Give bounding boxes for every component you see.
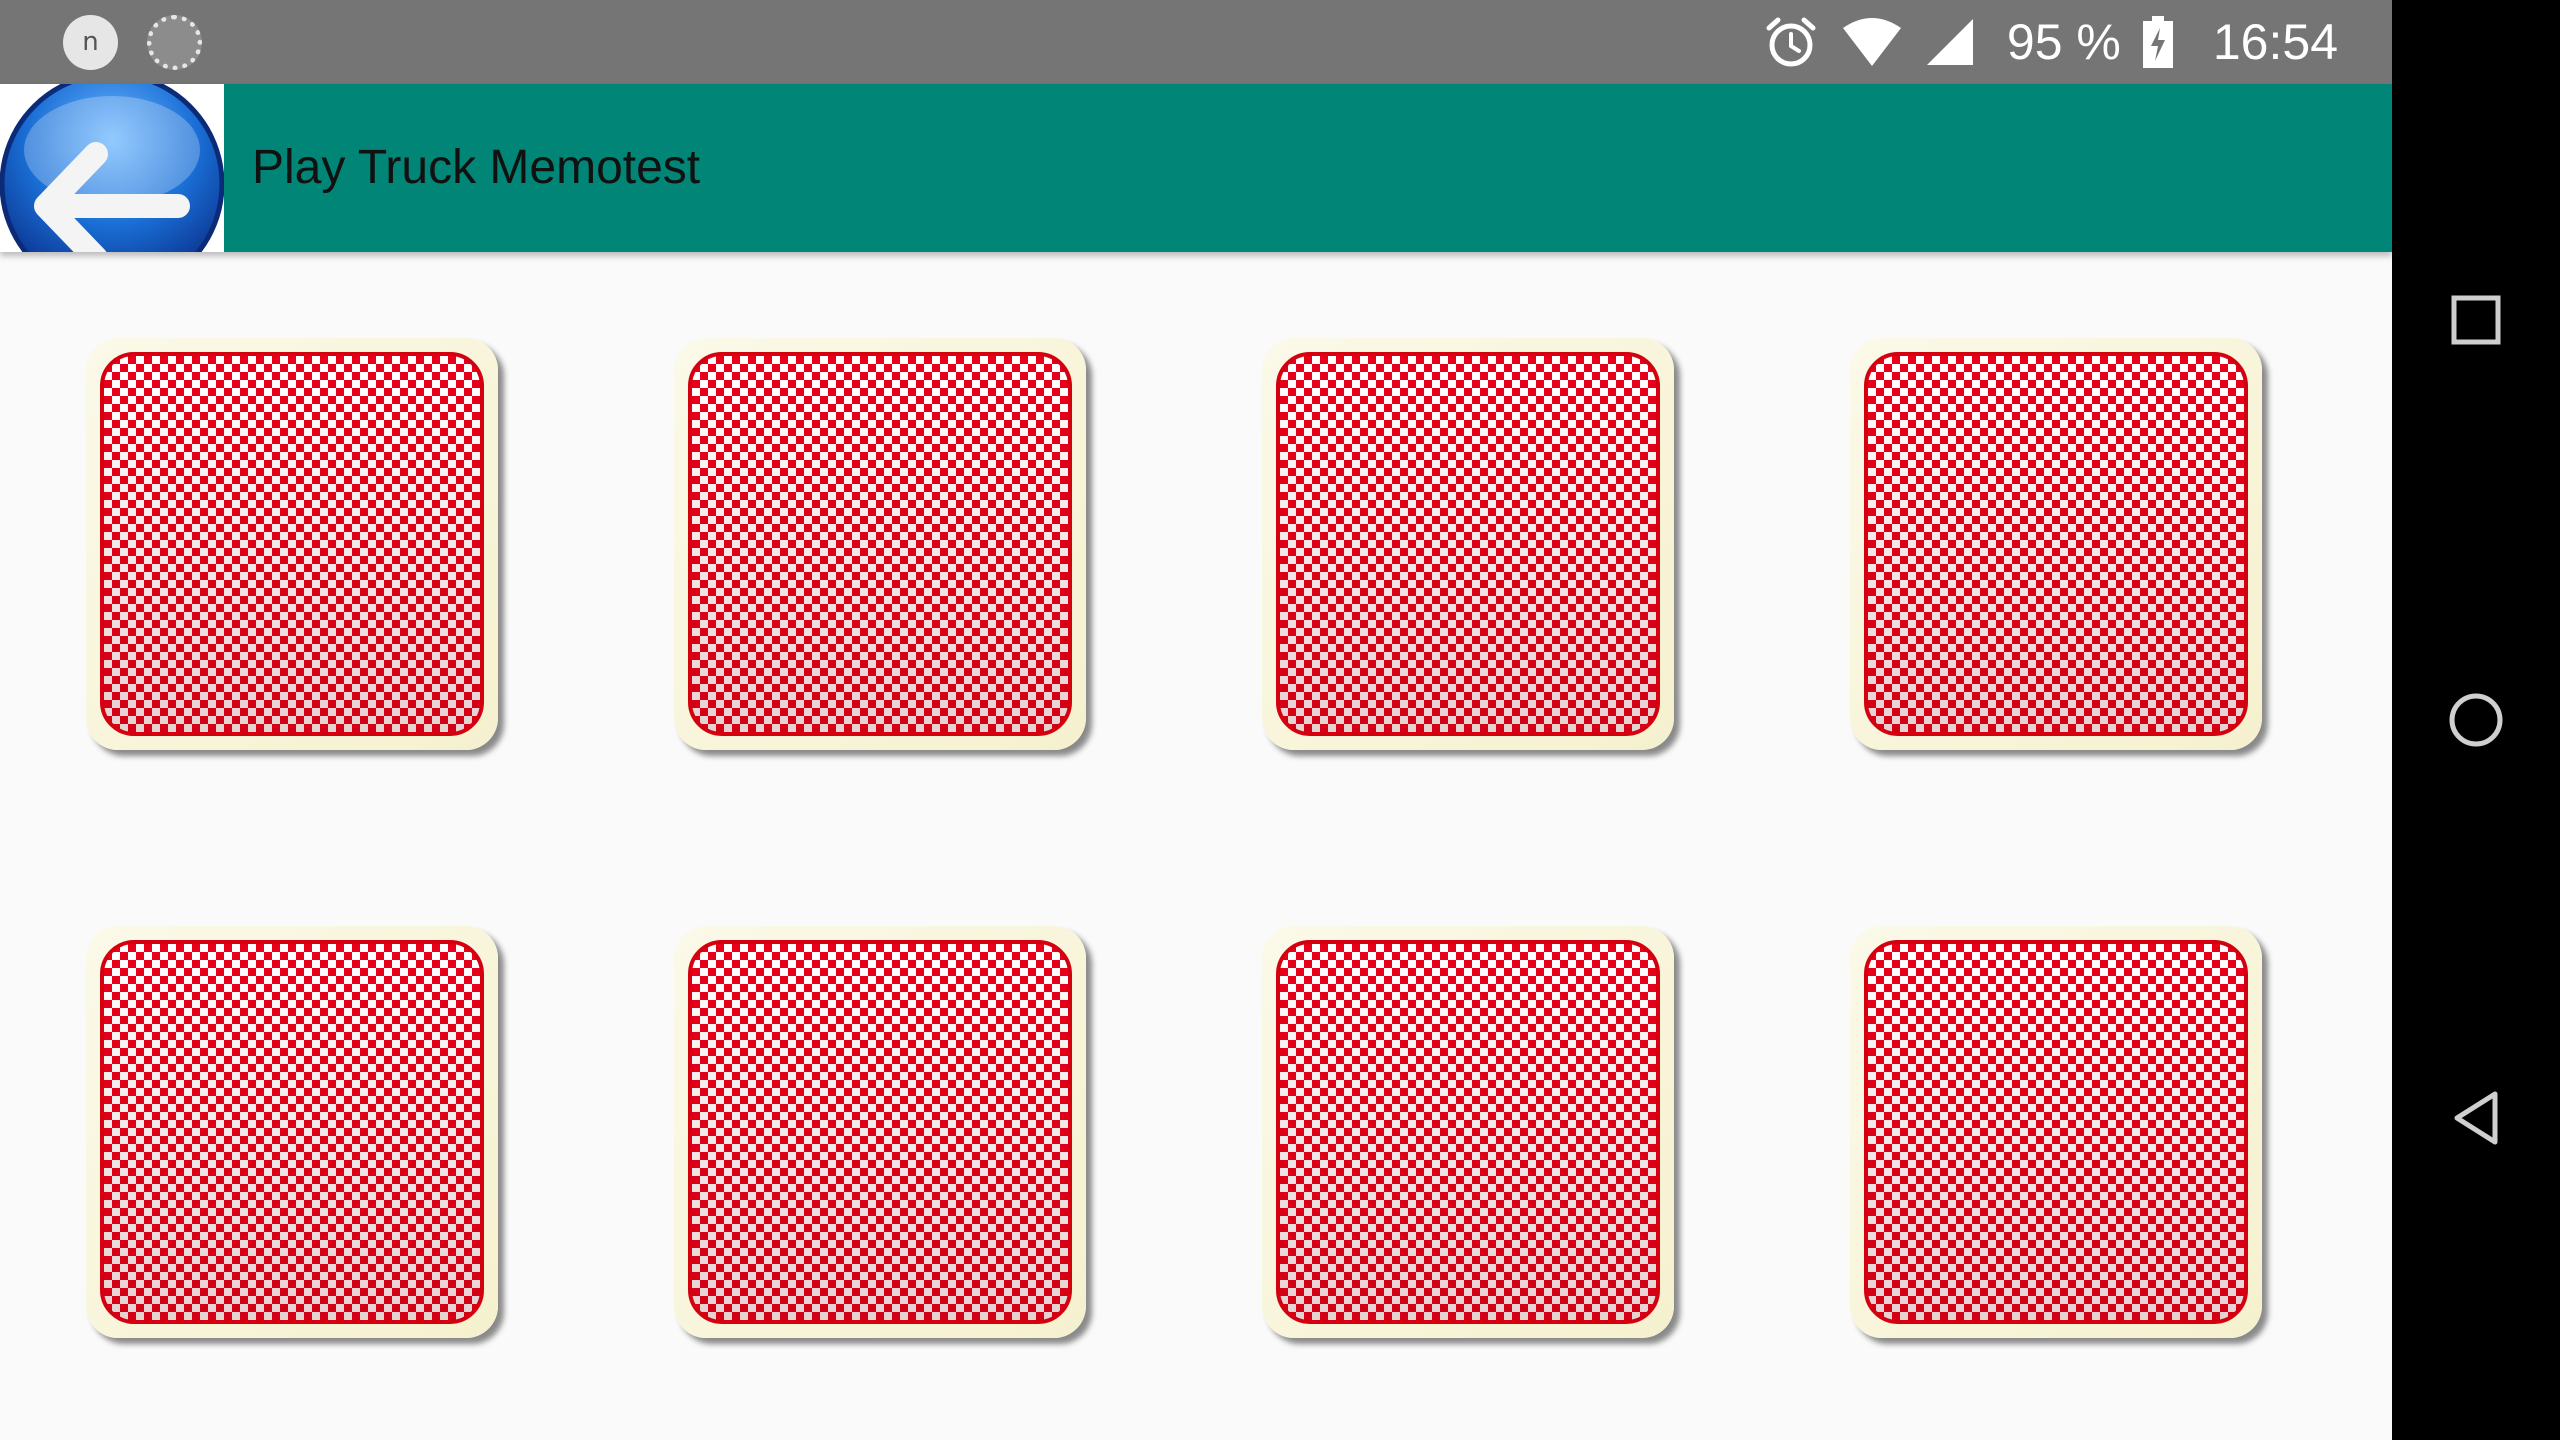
game-board <box>0 252 2392 1440</box>
clock: 16:54 <box>2212 14 2338 70</box>
alarm-icon <box>1763 14 1819 70</box>
page-title: Play Truck Memotest <box>252 141 701 194</box>
battery-percentage: 95 % <box>2006 14 2121 70</box>
card-back-pattern <box>1864 352 2248 736</box>
card-back-pattern <box>1276 352 1660 736</box>
home-button[interactable] <box>2436 680 2516 760</box>
card-back-pattern <box>1864 940 2248 1324</box>
recents-square-icon <box>2451 295 2501 345</box>
memory-card[interactable] <box>86 338 498 750</box>
card-back-pattern <box>1276 940 1660 1324</box>
card-back-pattern <box>688 352 1072 736</box>
status-bar: n 95 % 16:54 <box>0 0 2392 84</box>
memory-card[interactable] <box>86 926 498 1338</box>
card-back-pattern <box>100 940 484 1324</box>
memory-card[interactable] <box>1262 926 1674 1338</box>
card-back-pattern <box>688 940 1072 1324</box>
loading-icon <box>147 15 202 70</box>
recents-button[interactable] <box>2436 280 2516 360</box>
back-arrow-icon <box>0 84 224 252</box>
nav-back-button[interactable] <box>2436 1078 2516 1158</box>
status-indicators: 95 % 16:54 <box>1763 0 2338 84</box>
wifi-icon <box>1841 16 1903 68</box>
card-grid <box>86 338 2268 1344</box>
memory-card[interactable] <box>674 338 1086 750</box>
battery-charging-icon <box>2142 16 2173 68</box>
memory-card[interactable] <box>674 926 1086 1338</box>
memory-card[interactable] <box>1850 926 2262 1338</box>
memory-card[interactable] <box>1850 338 2262 750</box>
cell-signal-icon <box>1925 17 1975 67</box>
navigation-bar <box>2392 0 2560 1440</box>
card-back-pattern <box>100 352 484 736</box>
memory-card[interactable] <box>1262 338 1674 750</box>
back-button[interactable] <box>0 84 224 252</box>
n-notification-icon: n <box>63 15 118 70</box>
home-circle-icon <box>2449 693 2503 747</box>
app-bar: Play Truck Memotest <box>0 84 2392 252</box>
back-triangle-icon <box>2454 1091 2498 1145</box>
